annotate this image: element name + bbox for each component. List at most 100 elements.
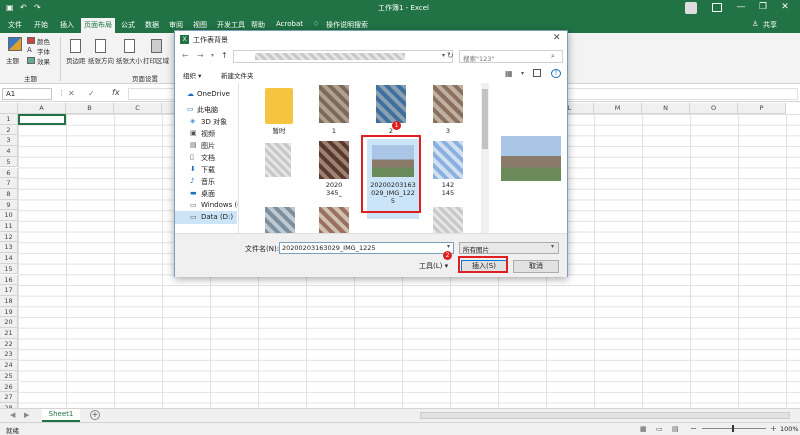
themes-label[interactable]: 主题 — [6, 55, 19, 65]
minimize-button[interactable]: — — [734, 2, 748, 12]
row-header[interactable]: 19 — [0, 306, 18, 318]
search-box[interactable]: 搜索"123" — [459, 50, 563, 63]
margins-label[interactable]: 页边距 — [66, 55, 86, 65]
nav-item-music[interactable]: 音乐 — [201, 177, 215, 187]
row-header[interactable]: 1 — [0, 114, 18, 125]
image-thumbnail[interactable] — [433, 85, 463, 123]
column-header[interactable]: C — [114, 103, 162, 114]
next-sheet-icon[interactable]: ▶ — [24, 411, 29, 419]
cancel-entry-icon[interactable]: ✕ — [68, 89, 75, 98]
nav-item-onedrive[interactable]: OneDrive — [197, 90, 230, 98]
row-header[interactable]: 23 — [0, 349, 18, 361]
add-sheet-button[interactable]: + — [90, 410, 100, 420]
select-all-corner[interactable] — [0, 103, 18, 114]
up-icon[interactable]: ↑ — [221, 51, 228, 60]
column-header[interactable]: P — [738, 103, 786, 114]
nav-item-drive-c[interactable]: Windows (C — [201, 201, 238, 209]
nav-item-pictures[interactable]: 图片 — [201, 141, 215, 151]
file-name-dropdown-icon[interactable]: ▾ — [447, 243, 450, 250]
fonts-label[interactable]: 字体 — [37, 46, 50, 56]
image-thumbnail[interactable] — [265, 207, 295, 233]
row-header[interactable]: 21 — [0, 328, 18, 339]
row-header[interactable]: 2 — [0, 124, 18, 136]
file-label[interactable]: 1 — [319, 127, 349, 135]
zoom-level[interactable]: 100% — [780, 425, 799, 433]
column-header[interactable]: B — [66, 103, 114, 114]
sheet-tab-sheet1[interactable]: Sheet1 — [42, 409, 80, 422]
cancel-button[interactable]: 取消 — [513, 260, 559, 273]
preview-pane-icon[interactable] — [533, 69, 541, 77]
refresh-icon[interactable]: ↻ — [447, 51, 454, 60]
colors-icon[interactable] — [27, 37, 35, 44]
zoom-in-button[interactable]: + — [770, 424, 777, 433]
row-header[interactable]: 8 — [0, 188, 18, 200]
organize-menu[interactable]: 组织 ▾ — [183, 70, 201, 80]
row-header[interactable]: 16 — [0, 274, 18, 286]
row-header[interactable]: 15 — [0, 263, 18, 275]
row-header[interactable]: 17 — [0, 285, 18, 296]
normal-view-icon[interactable]: ▦ — [640, 425, 647, 433]
tab-file[interactable]: 文件 — [8, 20, 22, 30]
nav-item-documents[interactable]: 文档 — [201, 153, 215, 163]
recent-locations-icon[interactable]: ▾ — [211, 52, 214, 59]
file-name-input[interactable]: 20200203163029_IMG_1225 — [279, 242, 454, 254]
nav-item-this-pc[interactable]: 此电脑 — [197, 105, 218, 115]
nav-item-desktop[interactable]: 桌面 — [201, 189, 215, 199]
row-header[interactable]: 5 — [0, 156, 18, 168]
row-header[interactable]: 12 — [0, 231, 18, 243]
row-header[interactable]: 6 — [0, 167, 18, 179]
row-header[interactable]: 14 — [0, 253, 18, 264]
effects-icon[interactable] — [27, 57, 35, 64]
size-label[interactable]: 纸张大小 — [116, 55, 142, 65]
row-header[interactable]: 10 — [0, 210, 18, 221]
confirm-entry-icon[interactable]: ✓ — [88, 89, 95, 98]
effects-label[interactable]: 效果 — [37, 56, 50, 66]
restore-button[interactable]: ❐ — [756, 2, 770, 12]
column-header[interactable]: M — [594, 103, 642, 114]
tools-menu[interactable]: 工具(L) ▾ — [419, 261, 448, 271]
tab-formulas[interactable]: 公式 — [121, 20, 135, 30]
view-dropdown-icon[interactable]: ▾ — [521, 70, 524, 77]
orientation-label[interactable]: 纸张方向 — [88, 55, 114, 65]
redo-icon[interactable]: ↷ — [34, 3, 41, 12]
tab-help[interactable]: 帮助 — [251, 20, 265, 30]
row-header[interactable]: 25 — [0, 370, 18, 382]
print-area-icon[interactable] — [151, 39, 162, 53]
file-label[interactable]: 2020 345_ — [315, 181, 353, 197]
row-header[interactable]: 26 — [0, 381, 18, 393]
tab-insert[interactable]: 插入 — [60, 20, 74, 30]
share-button[interactable]: 共享 — [763, 20, 777, 30]
image-thumbnail[interactable] — [265, 143, 291, 177]
nav-item-drive-d[interactable]: Data (D:) — [201, 213, 233, 221]
scrollbar-thumb[interactable] — [482, 89, 488, 149]
image-thumbnail[interactable] — [433, 207, 463, 233]
active-cell[interactable] — [18, 114, 66, 125]
file-label[interactable]: 142 145 — [429, 181, 467, 197]
size-icon[interactable] — [124, 39, 135, 53]
zoom-slider[interactable] — [702, 428, 766, 429]
help-icon[interactable]: ? — [551, 69, 561, 78]
row-header[interactable]: 4 — [0, 146, 18, 157]
avatar[interactable] — [685, 2, 697, 14]
row-header[interactable]: 3 — [0, 135, 18, 147]
tab-data[interactable]: 数据 — [145, 20, 159, 30]
tell-me-search[interactable]: 操作说明搜索 — [326, 20, 368, 30]
orientation-icon[interactable] — [95, 39, 106, 53]
undo-icon[interactable]: ↶ — [20, 3, 27, 12]
nav-item-videos[interactable]: 视频 — [201, 129, 215, 139]
row-header[interactable]: 11 — [0, 221, 18, 232]
tab-home[interactable]: 开始 — [34, 20, 48, 30]
image-thumbnail[interactable] — [319, 141, 349, 179]
file-label[interactable]: 2 — [376, 127, 406, 135]
image-thumbnail[interactable] — [319, 85, 349, 123]
colors-label[interactable]: 颜色 — [37, 36, 50, 46]
nav-item-3d-objects[interactable]: 3D 对象 — [201, 117, 227, 127]
search-icon[interactable]: ⌕ — [551, 52, 555, 61]
image-thumbnail[interactable] — [433, 141, 463, 179]
new-folder-button[interactable]: 新建文件夹 — [221, 70, 254, 80]
folder-icon[interactable] — [265, 88, 293, 124]
zoom-out-button[interactable]: − — [690, 424, 697, 433]
row-header[interactable]: 18 — [0, 295, 18, 307]
row-header[interactable]: 27 — [0, 392, 18, 403]
row-header[interactable]: 22 — [0, 338, 18, 350]
